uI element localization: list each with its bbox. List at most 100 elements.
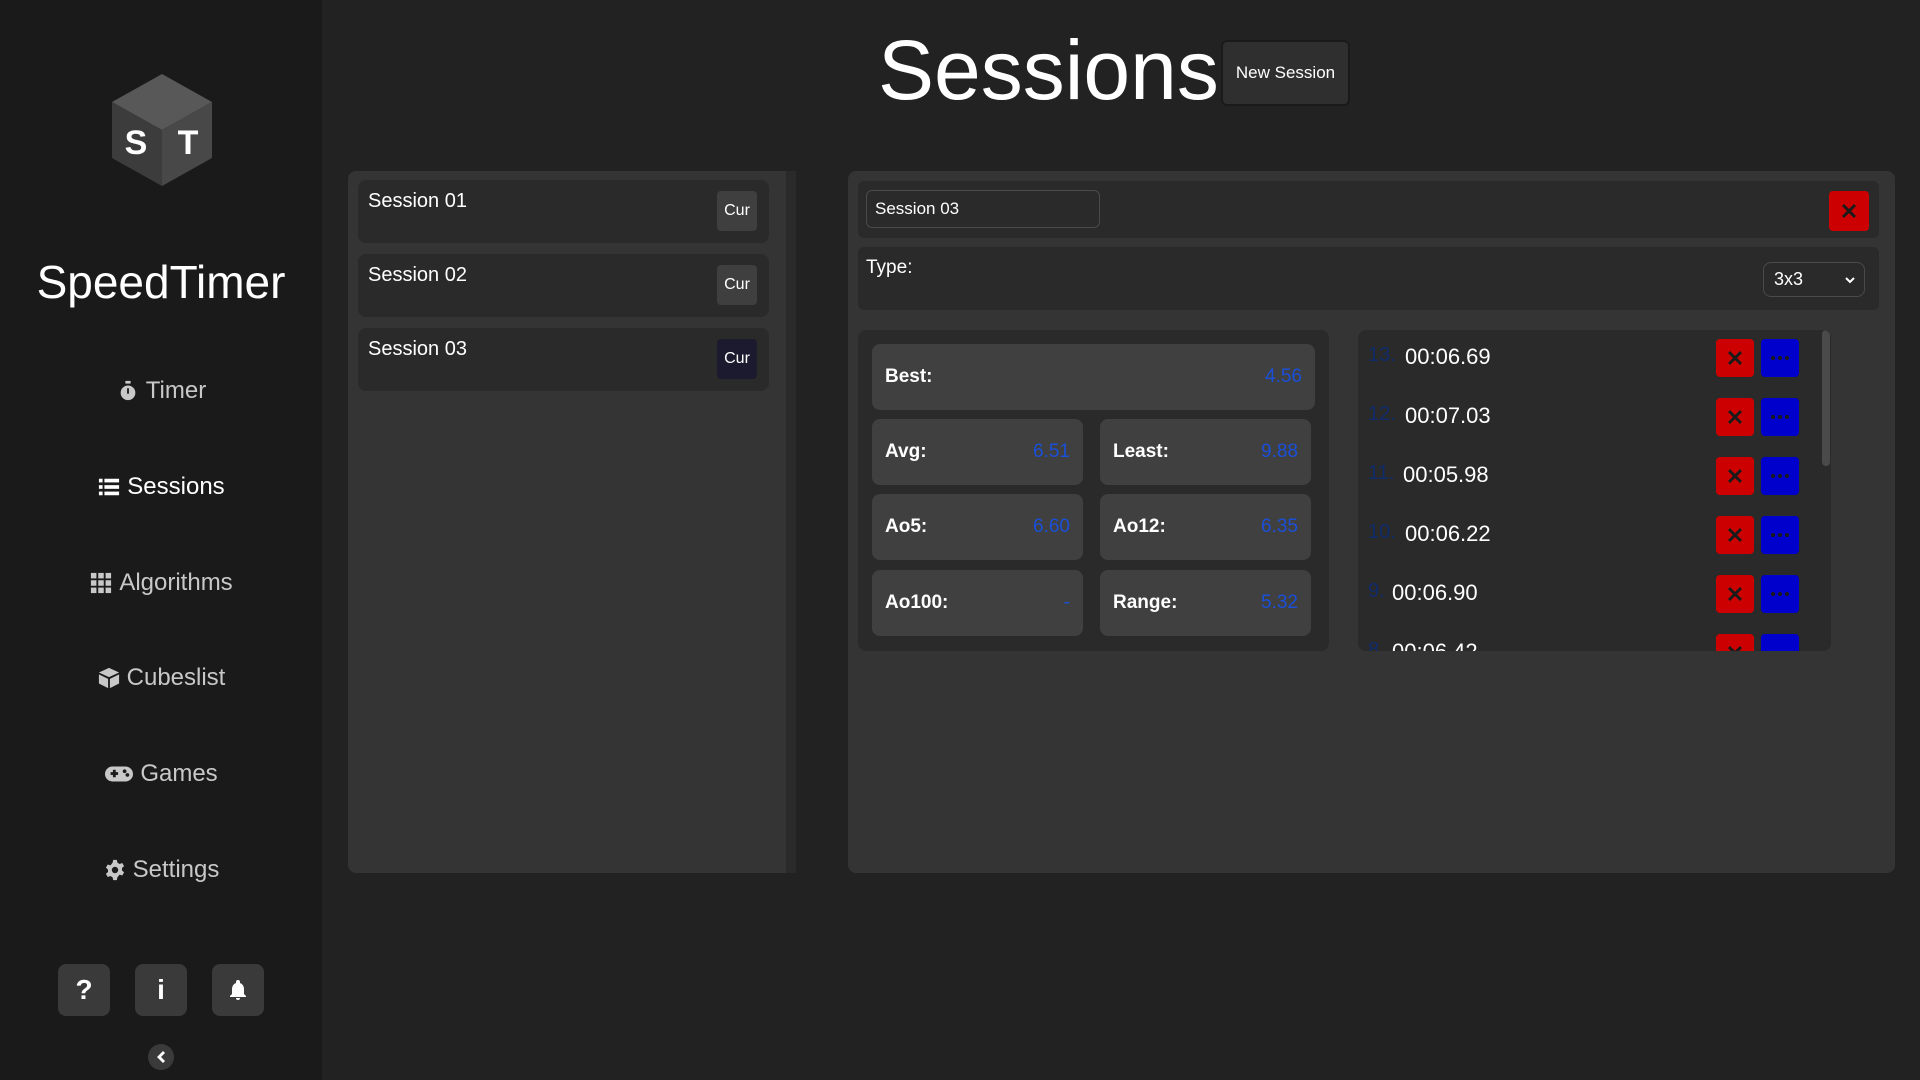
close-icon bbox=[1727, 409, 1743, 425]
help-icon: ? bbox=[75, 974, 93, 1005]
help-button[interactable]: ? bbox=[58, 964, 110, 1016]
delete-solve-button[interactable] bbox=[1716, 575, 1754, 613]
stat-label: Avg: bbox=[885, 441, 927, 462]
session-name-row: Session 03 bbox=[858, 181, 1879, 238]
gamepad-icon bbox=[104, 762, 134, 786]
solve-options-button[interactable] bbox=[1761, 634, 1799, 651]
delete-solve-button[interactable] bbox=[1716, 516, 1754, 554]
solve-row: 12. 00:07.03 bbox=[1368, 389, 1808, 437]
nav-item-games[interactable]: Games bbox=[0, 754, 322, 794]
solve-time: 00:06.90 bbox=[1392, 580, 1478, 605]
more-dots-icon bbox=[1771, 415, 1789, 419]
set-current-button[interactable]: Cur bbox=[717, 191, 757, 231]
puzzle-type-select[interactable]: 3x3 bbox=[1763, 262, 1865, 297]
type-label: Type: bbox=[866, 257, 913, 278]
nav-label-games: Games bbox=[140, 760, 218, 787]
solve-options-button[interactable] bbox=[1761, 516, 1799, 554]
nav-item-sessions[interactable]: Sessions bbox=[0, 467, 322, 507]
solve-row: 10. 00:06.22 bbox=[1368, 507, 1808, 555]
session-name: Session 03 bbox=[368, 338, 467, 360]
set-current-button[interactable]: Cur bbox=[717, 339, 757, 379]
speedtimer-logo: S T bbox=[112, 74, 212, 186]
stat-ao100: Ao100: - bbox=[872, 570, 1083, 636]
stat-ao5: Ao5: 6.60 bbox=[872, 494, 1083, 560]
solve-row: 8. 00:06.42 bbox=[1368, 625, 1808, 651]
solve-options-button[interactable] bbox=[1761, 339, 1799, 377]
gear-icon bbox=[103, 858, 127, 882]
close-icon bbox=[1727, 527, 1743, 543]
nav-item-algorithms[interactable]: Algorithms bbox=[0, 563, 322, 603]
session-type-row: Type: 3x3 bbox=[858, 247, 1879, 310]
stat-label: Ao100: bbox=[885, 592, 949, 613]
stat-label: Best: bbox=[885, 366, 933, 387]
delete-session-button[interactable] bbox=[1829, 191, 1869, 231]
set-current-button[interactable]: Cur bbox=[717, 265, 757, 305]
solves-scrollbar[interactable] bbox=[1821, 330, 1831, 651]
session-item[interactable]: Session 02 Cur bbox=[358, 254, 769, 317]
more-dots-icon bbox=[1771, 592, 1789, 596]
solve-index: 8. bbox=[1368, 639, 1385, 651]
more-dots-icon bbox=[1770, 650, 1790, 651]
solve-time: 00:05.98 bbox=[1403, 462, 1489, 487]
info-button[interactable]: i bbox=[135, 964, 187, 1016]
stat-ao12: Ao12: 6.35 bbox=[1100, 494, 1311, 560]
solves-scrollbar-thumb[interactable] bbox=[1822, 330, 1830, 466]
session-list-scrollbar[interactable] bbox=[786, 171, 796, 873]
delete-solve-button[interactable] bbox=[1716, 339, 1754, 377]
stat-value: - bbox=[1063, 592, 1070, 613]
list-icon bbox=[97, 475, 121, 499]
cube-icon bbox=[97, 666, 121, 690]
solve-options-button[interactable] bbox=[1761, 457, 1799, 495]
nav-label-algorithms: Algorithms bbox=[119, 569, 233, 596]
nav-label-sessions: Sessions bbox=[127, 473, 225, 500]
solve-options-button[interactable] bbox=[1761, 398, 1799, 436]
stat-label: Least: bbox=[1113, 441, 1169, 462]
stat-value: 6.51 bbox=[1033, 441, 1070, 462]
close-icon bbox=[1727, 468, 1743, 484]
solve-index: 10. bbox=[1368, 521, 1396, 543]
more-dots-icon bbox=[1771, 356, 1789, 360]
stat-least: Least: 9.88 bbox=[1100, 419, 1311, 485]
session-name: Session 02 bbox=[368, 264, 467, 286]
delete-solve-button[interactable] bbox=[1716, 634, 1754, 651]
nav-label-settings: Settings bbox=[132, 856, 220, 883]
stat-value: 4.56 bbox=[1265, 366, 1302, 387]
solve-options-button[interactable] bbox=[1761, 575, 1799, 613]
collapse-sidebar-button[interactable] bbox=[148, 1044, 174, 1070]
session-item[interactable]: Session 01 Cur bbox=[358, 180, 769, 243]
close-icon bbox=[1841, 203, 1857, 219]
bell-icon bbox=[230, 980, 246, 1000]
stat-best: Best: 4.56 bbox=[872, 344, 1315, 410]
nav-label-cubeslist: Cubeslist bbox=[126, 664, 226, 691]
close-icon bbox=[1727, 586, 1743, 602]
delete-solve-button[interactable] bbox=[1716, 398, 1754, 436]
session-item[interactable]: Session 03 Cur bbox=[358, 328, 769, 391]
notifications-button[interactable] bbox=[212, 964, 264, 1016]
more-dots-icon bbox=[1771, 474, 1789, 478]
delete-solve-button[interactable] bbox=[1716, 457, 1754, 495]
logo-letter-t: T bbox=[178, 124, 199, 162]
close-icon bbox=[1727, 645, 1743, 651]
solve-time: 00:06.69 bbox=[1405, 344, 1491, 369]
nav-label-timer: Timer bbox=[145, 377, 207, 404]
nav-item-settings[interactable]: Settings bbox=[0, 850, 322, 890]
solve-row: 13. 00:06.69 bbox=[1368, 330, 1808, 378]
more-dots-icon bbox=[1771, 533, 1789, 537]
nav-item-timer[interactable]: Timer bbox=[0, 371, 322, 411]
stats-panel: Best: 4.56 Avg: 6.51 Least: 9.88 Ao5: 6.… bbox=[858, 330, 1329, 651]
solve-index: 11. bbox=[1368, 462, 1395, 484]
logo-letter-s: S bbox=[125, 124, 148, 162]
solve-index: 13. bbox=[1368, 344, 1396, 366]
solve-time: 00:07.03 bbox=[1405, 403, 1491, 428]
solve-index: 9. bbox=[1368, 580, 1385, 602]
solves-list: 13. 00:06.69 12. 00:07.03 11. 00:05.98 1… bbox=[1358, 330, 1831, 651]
stat-range: Range: 5.32 bbox=[1100, 570, 1311, 636]
app-title: SpeedTimer bbox=[36, 256, 286, 308]
nav-item-cubeslist[interactable]: Cubeslist bbox=[0, 658, 322, 698]
stat-value: 6.60 bbox=[1033, 516, 1070, 537]
session-name-input[interactable]: Session 03 bbox=[866, 190, 1100, 228]
stat-avg: Avg: 6.51 bbox=[872, 419, 1083, 485]
new-session-button[interactable]: New Session bbox=[1221, 40, 1350, 106]
type-select-value: 3x3 bbox=[1774, 269, 1804, 289]
stat-value: 9.88 bbox=[1261, 441, 1298, 462]
